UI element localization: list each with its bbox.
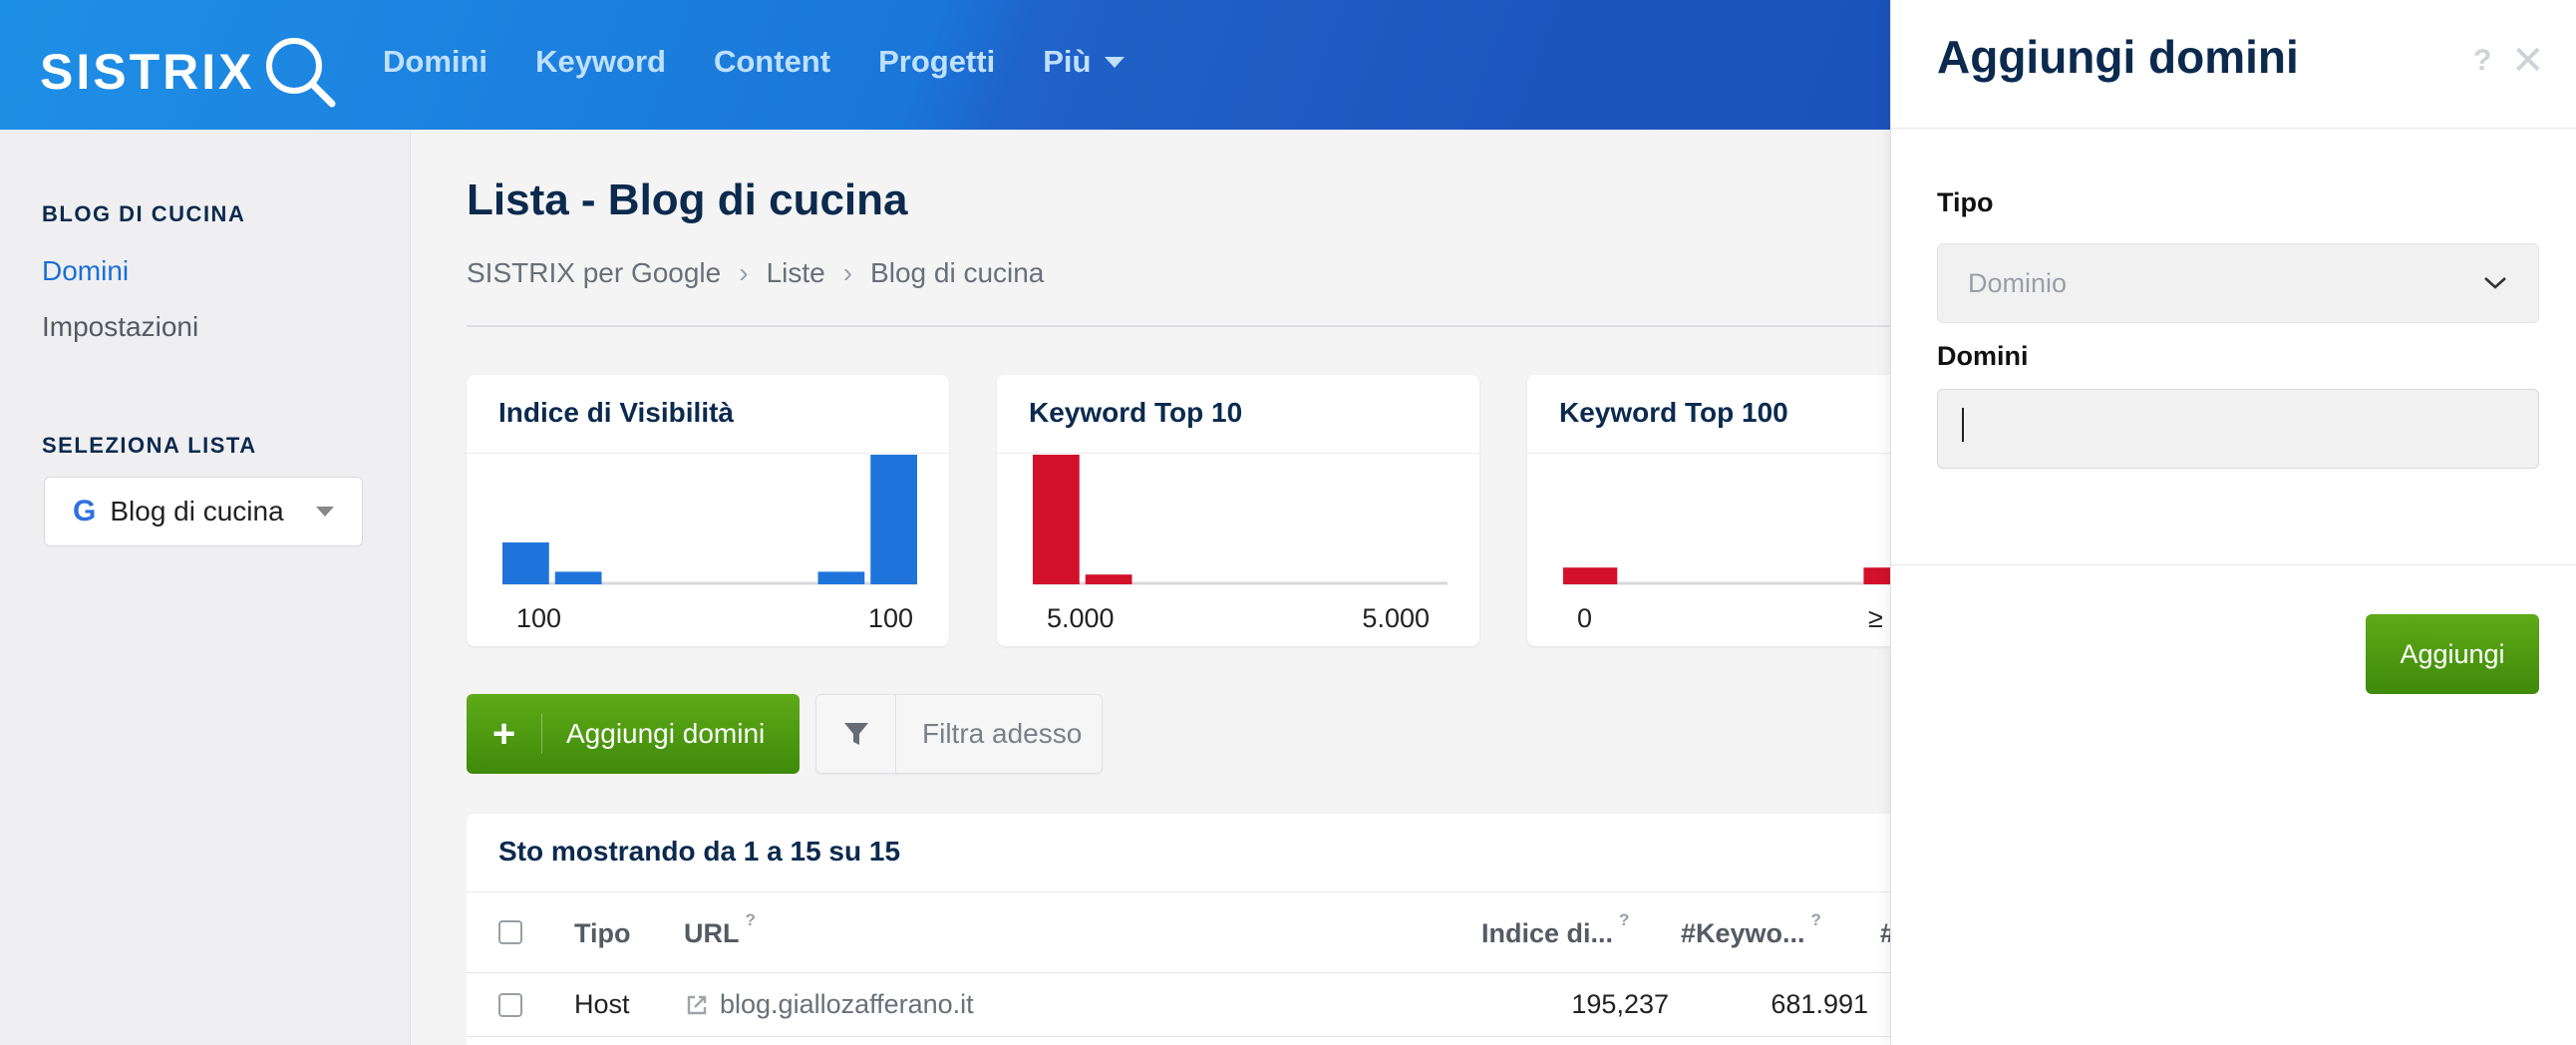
nav-keyword[interactable]: Keyword [535, 44, 666, 80]
card-title: Keyword Top 10 [1029, 397, 1243, 428]
divider [997, 453, 1479, 454]
text-cursor [1962, 408, 1964, 442]
nav-piu[interactable]: Più [1043, 44, 1126, 80]
domains-table: Sto mostrando da 1 a 15 su 15 Tipo URL? … [467, 814, 1895, 1045]
sidebar: BLOG DI CUCINA Domini Impostazioni SELEZ… [0, 130, 411, 1045]
chart-bar [1033, 455, 1080, 584]
funnel-icon [816, 695, 896, 773]
tipo-select[interactable]: Dominio [1937, 243, 2539, 323]
breadcrumb-separator: › [842, 257, 853, 288]
chart-bar [554, 571, 602, 584]
row-keywords: 681.991 [1771, 989, 1868, 1019]
filter-label: Filtra adesso [922, 718, 1083, 749]
visibility-histogram [502, 455, 917, 585]
card-min-label: 5.000 [1047, 603, 1115, 633]
col-url-label: URL [684, 918, 740, 948]
panel-title: Aggiungi domini [1937, 31, 2299, 83]
table-header: Tipo URL? Indice di...? #Keywo...? # [467, 891, 1895, 973]
google-g-icon: G [73, 495, 97, 527]
card-max-label: 100 [867, 603, 913, 633]
add-domains-label: Aggiungi domini [566, 718, 766, 749]
chart-bar [1563, 567, 1618, 584]
chart-bar [817, 571, 865, 584]
tipo-label: Tipo [1937, 187, 1994, 217]
table-title: Sto mostrando da 1 a 15 su 15 [498, 836, 901, 867]
card-title: Indice di Visibilità [498, 397, 734, 428]
logo-text: SISTRIX [40, 44, 255, 100]
row-url[interactable]: blog.giallozafferano.it [684, 989, 974, 1020]
chart-bar [870, 455, 917, 584]
top10-histogram [1033, 455, 1448, 585]
close-icon[interactable]: ✕ [2511, 38, 2545, 84]
col-keywords-label: #Keywo... [1681, 918, 1805, 948]
nav-content[interactable]: Content [714, 44, 830, 80]
tipo-select-value: Dominio [1968, 267, 2068, 298]
row-url-text: blog.giallozafferano.it [720, 989, 974, 1019]
sistrix-logo[interactable]: SISTRIX [40, 32, 340, 112]
breadcrumb: SISTRIX per Google › Liste › Blog di cuc… [467, 257, 1044, 289]
col-visibility-index[interactable]: Indice di...? [1481, 910, 1629, 949]
chart-bar [502, 542, 549, 584]
nav-progetti[interactable]: Progetti [878, 44, 995, 80]
external-link-icon[interactable] [684, 992, 710, 1018]
breadcrumb-item-sistrix[interactable]: SISTRIX per Google [467, 257, 721, 289]
sidebar-heading-blog: BLOG DI CUCINA [42, 201, 246, 226]
breadcrumb-separator: › [739, 257, 749, 288]
domini-textarea[interactable] [1937, 389, 2539, 469]
chevron-down-icon [2484, 277, 2506, 289]
breadcrumb-item-liste[interactable]: Liste [767, 257, 825, 289]
domini-label: Domini [1937, 341, 2029, 371]
caret-down-icon [1105, 56, 1126, 68]
nav-label: Progetti [878, 44, 996, 79]
row-tipo: Host [574, 989, 630, 1019]
row-visibility-index: 195,237 [1571, 989, 1669, 1019]
select-all-checkbox[interactable] [498, 920, 522, 944]
row-checkbox[interactable] [498, 993, 522, 1017]
chart-bar [1085, 574, 1132, 584]
help-icon[interactable]: ? [1619, 910, 1629, 929]
col-url[interactable]: URL? [684, 910, 756, 949]
sidebar-heading-select-list: SELEZIONA LISTA [42, 433, 257, 458]
sidebar-link-domini[interactable]: Domini [42, 255, 129, 287]
card-min-label: 100 [516, 603, 562, 633]
card-title: Keyword Top 100 [1559, 397, 1788, 428]
divider [1891, 128, 2576, 129]
table-row[interactable]: Host blog.giallozafferano.it 195,237 681… [467, 973, 1890, 1037]
add-domains-panel: Aggiungi domini ? ✕ Tipo Dominio Domini … [1890, 0, 2576, 1045]
page-title: Lista - Blog di cucina [467, 175, 908, 224]
col-visibility-label: Indice di... [1481, 918, 1614, 948]
card-min-label: 0 [1577, 603, 1593, 633]
help-icon[interactable]: ? [746, 910, 756, 929]
submit-add-button[interactable]: Aggiungi [2366, 614, 2539, 694]
help-icon[interactable]: ? [2473, 44, 2491, 78]
card-keyword-top10[interactable]: Keyword Top 10 5.000 5.000 [997, 375, 1479, 646]
add-domains-button[interactable]: + Aggiungi domini [467, 694, 800, 774]
help-icon[interactable]: ? [1811, 910, 1821, 929]
list-select-value: Blog di cucina [110, 496, 284, 526]
card-max-label: 5.000 [1362, 603, 1430, 633]
plus-icon: + [467, 714, 542, 754]
main-nav: Domini Keyword Content Progetti Più [383, 44, 1126, 80]
magnifier-logo-icon [266, 38, 336, 108]
divider [1891, 564, 2576, 565]
nav-domini[interactable]: Domini [383, 44, 487, 80]
list-select[interactable]: G Blog di cucina [44, 477, 363, 546]
main-content: Lista - Blog di cucina SISTRIX per Googl… [411, 130, 2010, 1045]
nav-label: Domini [383, 44, 488, 79]
filter-button[interactable]: Filtra adesso [815, 694, 1103, 774]
col-tipo[interactable]: Tipo [574, 918, 631, 949]
breadcrumb-item-current: Blog di cucina [870, 257, 1045, 288]
divider [467, 453, 949, 454]
card-visibility-index[interactable]: Indice di Visibilità 100 100 [467, 375, 949, 646]
divider [467, 325, 1890, 327]
sidebar-link-impostazioni[interactable]: Impostazioni [42, 311, 198, 343]
nav-label: Content [713, 44, 831, 79]
col-keywords[interactable]: #Keywo...? [1681, 910, 1821, 949]
nav-label: Keyword [535, 44, 666, 79]
nav-label: Più [1043, 44, 1092, 79]
caret-down-icon [316, 507, 334, 517]
